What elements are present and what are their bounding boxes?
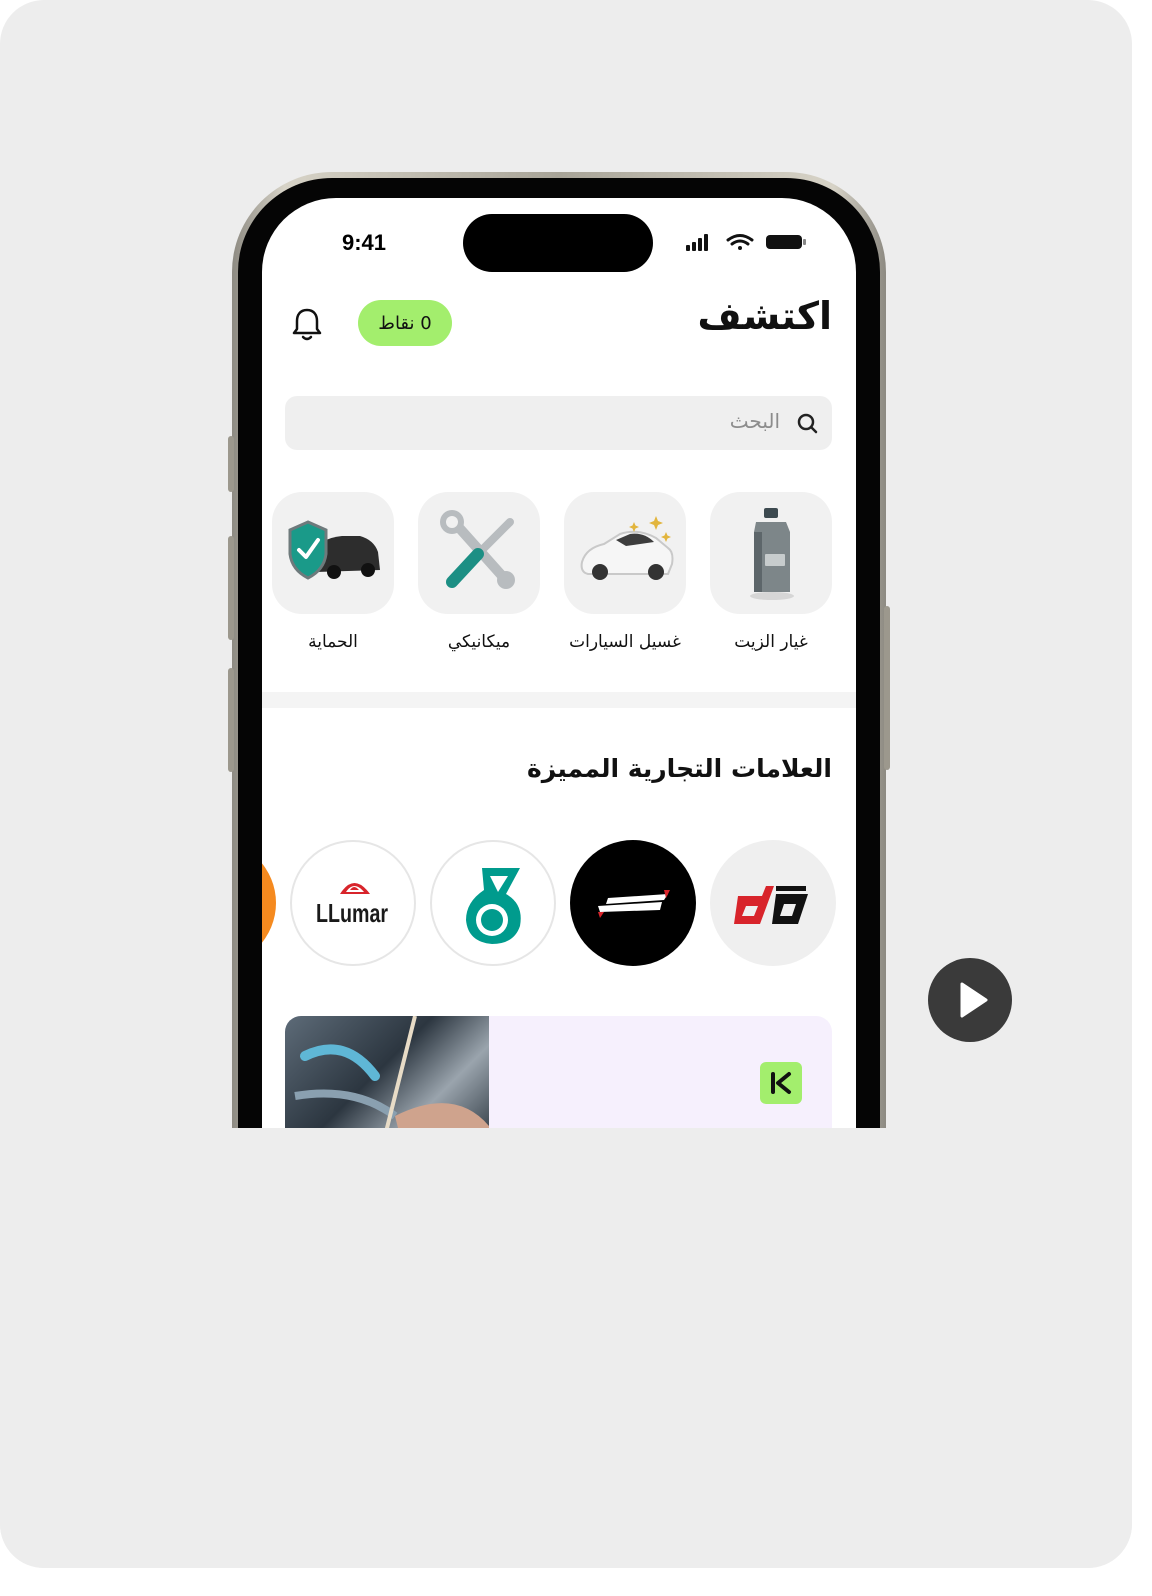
category-tile bbox=[418, 492, 540, 614]
phone-side-button bbox=[884, 606, 890, 770]
car-wash-icon bbox=[580, 516, 674, 580]
shield-car-icon bbox=[288, 520, 380, 580]
da-logo bbox=[734, 886, 808, 924]
tools-icon bbox=[440, 510, 515, 589]
section-divider bbox=[262, 692, 856, 708]
petronas-logo bbox=[466, 868, 521, 944]
preview-card: 9:41 اكتشف 0 نقاط البحث غيار الزيت غسيل … bbox=[0, 0, 1132, 1568]
category-tile bbox=[710, 492, 832, 614]
brand-logo-da[interactable] bbox=[710, 840, 836, 966]
brand-logo-partial[interactable] bbox=[262, 840, 276, 966]
category-car-wash[interactable]: غسيل السيارات bbox=[564, 492, 686, 652]
phone-side-button bbox=[228, 436, 234, 492]
app-screen: 9:41 اكتشف 0 نقاط البحث غيار الزيت غسيل … bbox=[262, 198, 856, 1198]
k-brand-icon bbox=[760, 1062, 802, 1104]
phone-side-button bbox=[228, 536, 234, 640]
play-icon bbox=[960, 982, 988, 1018]
search-placeholder: البحث bbox=[729, 409, 780, 433]
category-tile bbox=[272, 492, 394, 614]
category-mechanic[interactable]: ميكانيكي bbox=[418, 492, 540, 652]
dynamic-island bbox=[463, 214, 653, 272]
notification-bell-icon[interactable] bbox=[290, 306, 324, 342]
play-button[interactable] bbox=[928, 958, 1012, 1042]
search-bar[interactable]: البحث bbox=[285, 396, 832, 450]
search-icon bbox=[797, 413, 818, 434]
svg-text:LLumar: LLumar bbox=[316, 898, 388, 928]
signal-icon bbox=[686, 234, 708, 251]
drive7-logo bbox=[598, 890, 670, 918]
category-tile bbox=[564, 492, 686, 614]
category-oil-change[interactable]: غيار الزيت bbox=[710, 492, 832, 652]
wifi-icon bbox=[726, 234, 754, 250]
status-time: 9:41 bbox=[342, 230, 387, 255]
category-label: غسيل السيارات bbox=[569, 632, 681, 652]
category-protection[interactable]: الحماية bbox=[272, 492, 394, 652]
llumar-logo: LLumar bbox=[316, 883, 388, 928]
category-label: الحماية bbox=[308, 632, 358, 652]
phone-side-button bbox=[228, 668, 234, 772]
points-badge[interactable]: 0 نقاط bbox=[358, 300, 452, 346]
category-label: غيار الزيت bbox=[734, 632, 808, 652]
battery-icon bbox=[766, 235, 806, 249]
brand-logo-drive7[interactable] bbox=[570, 840, 696, 966]
oil-bottle-icon bbox=[750, 508, 794, 600]
brand-logo-llumar[interactable]: LLumar bbox=[290, 840, 416, 966]
category-label: ميكانيكي bbox=[447, 632, 511, 652]
page-title: اكتشف bbox=[697, 294, 832, 338]
brand-logo-petronas[interactable] bbox=[430, 840, 556, 966]
status-icons bbox=[686, 234, 806, 251]
featured-brands-title: العلامات التجارية المميزة bbox=[527, 754, 832, 783]
preview-crop-area bbox=[0, 1128, 1132, 1568]
